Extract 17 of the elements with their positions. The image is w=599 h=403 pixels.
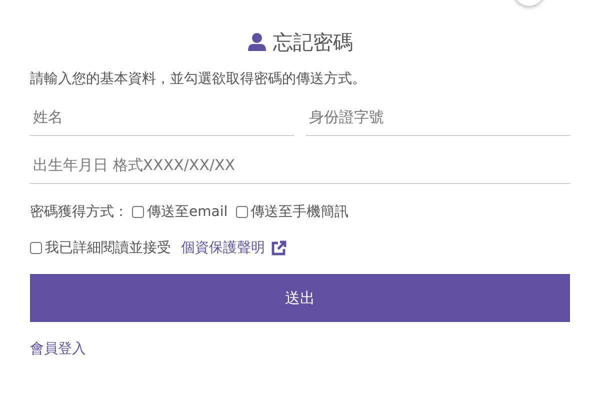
option-label: 傳送至email xyxy=(147,203,228,221)
input-field[interactable]: 姓名 xyxy=(30,100,294,136)
delivery-label: 密碼獲得方式： xyxy=(30,203,128,221)
login-link[interactable]: 會員登入 xyxy=(30,340,86,358)
agreement-label: 我已詳細閱讀並接受 xyxy=(45,239,171,257)
checkbox[interactable] xyxy=(30,242,42,254)
instructions: 請輸入您的基本資料，並勾選欲取得密碼的傳送方式。 xyxy=(30,70,367,89)
input-field[interactable]: 出生年月日 格式XXXX/XX/XX xyxy=(30,148,570,184)
external-link-icon[interactable] xyxy=(271,240,287,256)
privacy-link[interactable]: 個資保護聲明 xyxy=(181,239,265,257)
checkbox[interactable] xyxy=(132,206,144,218)
page-title: 忘記密碼 xyxy=(273,28,353,56)
checkbox[interactable] xyxy=(236,206,248,218)
submit-button[interactable]: 送出 xyxy=(30,274,570,322)
input-field[interactable]: 身份證字號 xyxy=(306,100,570,136)
option-label: 傳送至手機簡訊 xyxy=(250,203,349,221)
user-icon xyxy=(247,32,267,52)
